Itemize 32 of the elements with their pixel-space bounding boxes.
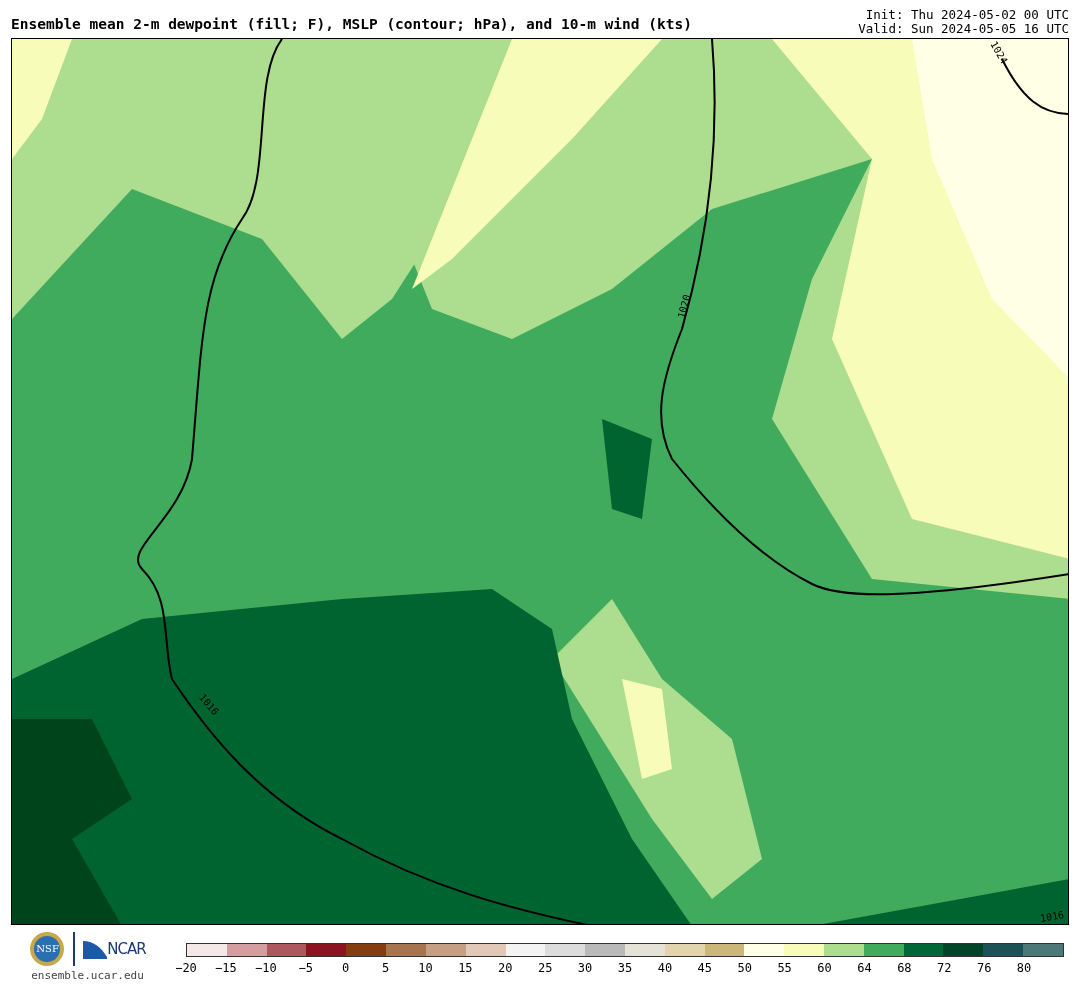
scale-tick-label: 25 bbox=[537, 961, 553, 975]
scale-tick-label: 72 bbox=[937, 961, 952, 975]
scale-tick-label: −5 bbox=[298, 961, 313, 975]
scale-tick-label: 15 bbox=[458, 961, 473, 975]
swoosh-icon bbox=[83, 939, 108, 959]
scale-tick-label: 0 bbox=[342, 961, 350, 975]
seal-icon bbox=[29, 931, 66, 967]
scale-tick-label: 55 bbox=[777, 961, 792, 975]
scale-tick-label: 64 bbox=[857, 961, 872, 975]
nsf-logo-text: NSF bbox=[36, 943, 59, 954]
scale-tick-label: 30 bbox=[577, 961, 593, 975]
scale-tick-label: 5 bbox=[381, 961, 390, 975]
contour-label: 1016 bbox=[1039, 909, 1065, 924]
scale-tick-label: 45 bbox=[697, 961, 713, 975]
scale-tick-label: 40 bbox=[657, 961, 673, 975]
scale-tick-label: 50 bbox=[737, 961, 752, 975]
init-time: Init: Thu 2024-05-02 00 UTC bbox=[865, 8, 1069, 22]
scale-tick-label: 35 bbox=[617, 961, 633, 975]
divider-line bbox=[73, 932, 76, 966]
scale-tick-label: −20 bbox=[175, 961, 197, 975]
scale-tick-label: 60 bbox=[817, 961, 832, 975]
scale-tick-label: 10 bbox=[418, 961, 433, 975]
scale-tick-label: −10 bbox=[254, 961, 277, 975]
scale-tick-label: 80 bbox=[1016, 961, 1032, 975]
site-url: ensemble.ucar.edu bbox=[31, 969, 144, 982]
scale-tick-label: 76 bbox=[976, 961, 992, 975]
scale-tick-label: 20 bbox=[498, 961, 513, 975]
scale-tick-label: −15 bbox=[215, 961, 237, 975]
scale-tick-label: 68 bbox=[897, 961, 912, 975]
ncar-logo-text: NCAR bbox=[107, 940, 146, 958]
chart-title: Ensemble mean 2-m dewpoint (fill; F), MSLP (contour; hPa), and 10-m wind (kts) bbox=[11, 16, 692, 34]
valid-time: Valid: Sun 2024-05-05 16 UTC bbox=[858, 22, 1069, 36]
